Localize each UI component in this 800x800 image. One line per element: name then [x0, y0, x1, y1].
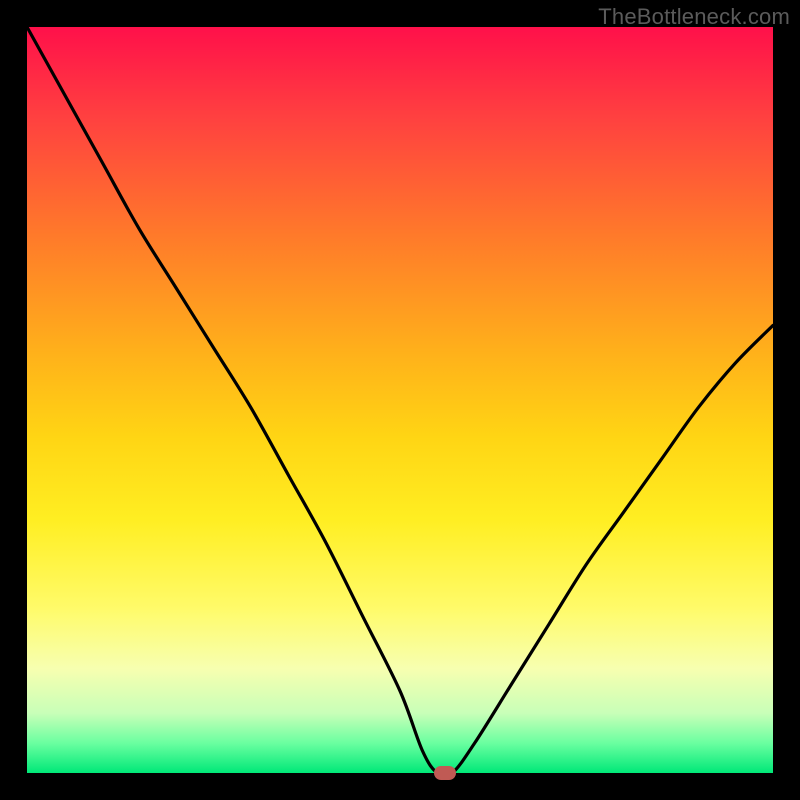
chart-frame: TheBottleneck.com	[0, 0, 800, 800]
bottleneck-curve	[27, 27, 773, 773]
optimum-marker	[434, 766, 456, 780]
watermark-text: TheBottleneck.com	[598, 4, 790, 30]
plot-area	[27, 27, 773, 773]
